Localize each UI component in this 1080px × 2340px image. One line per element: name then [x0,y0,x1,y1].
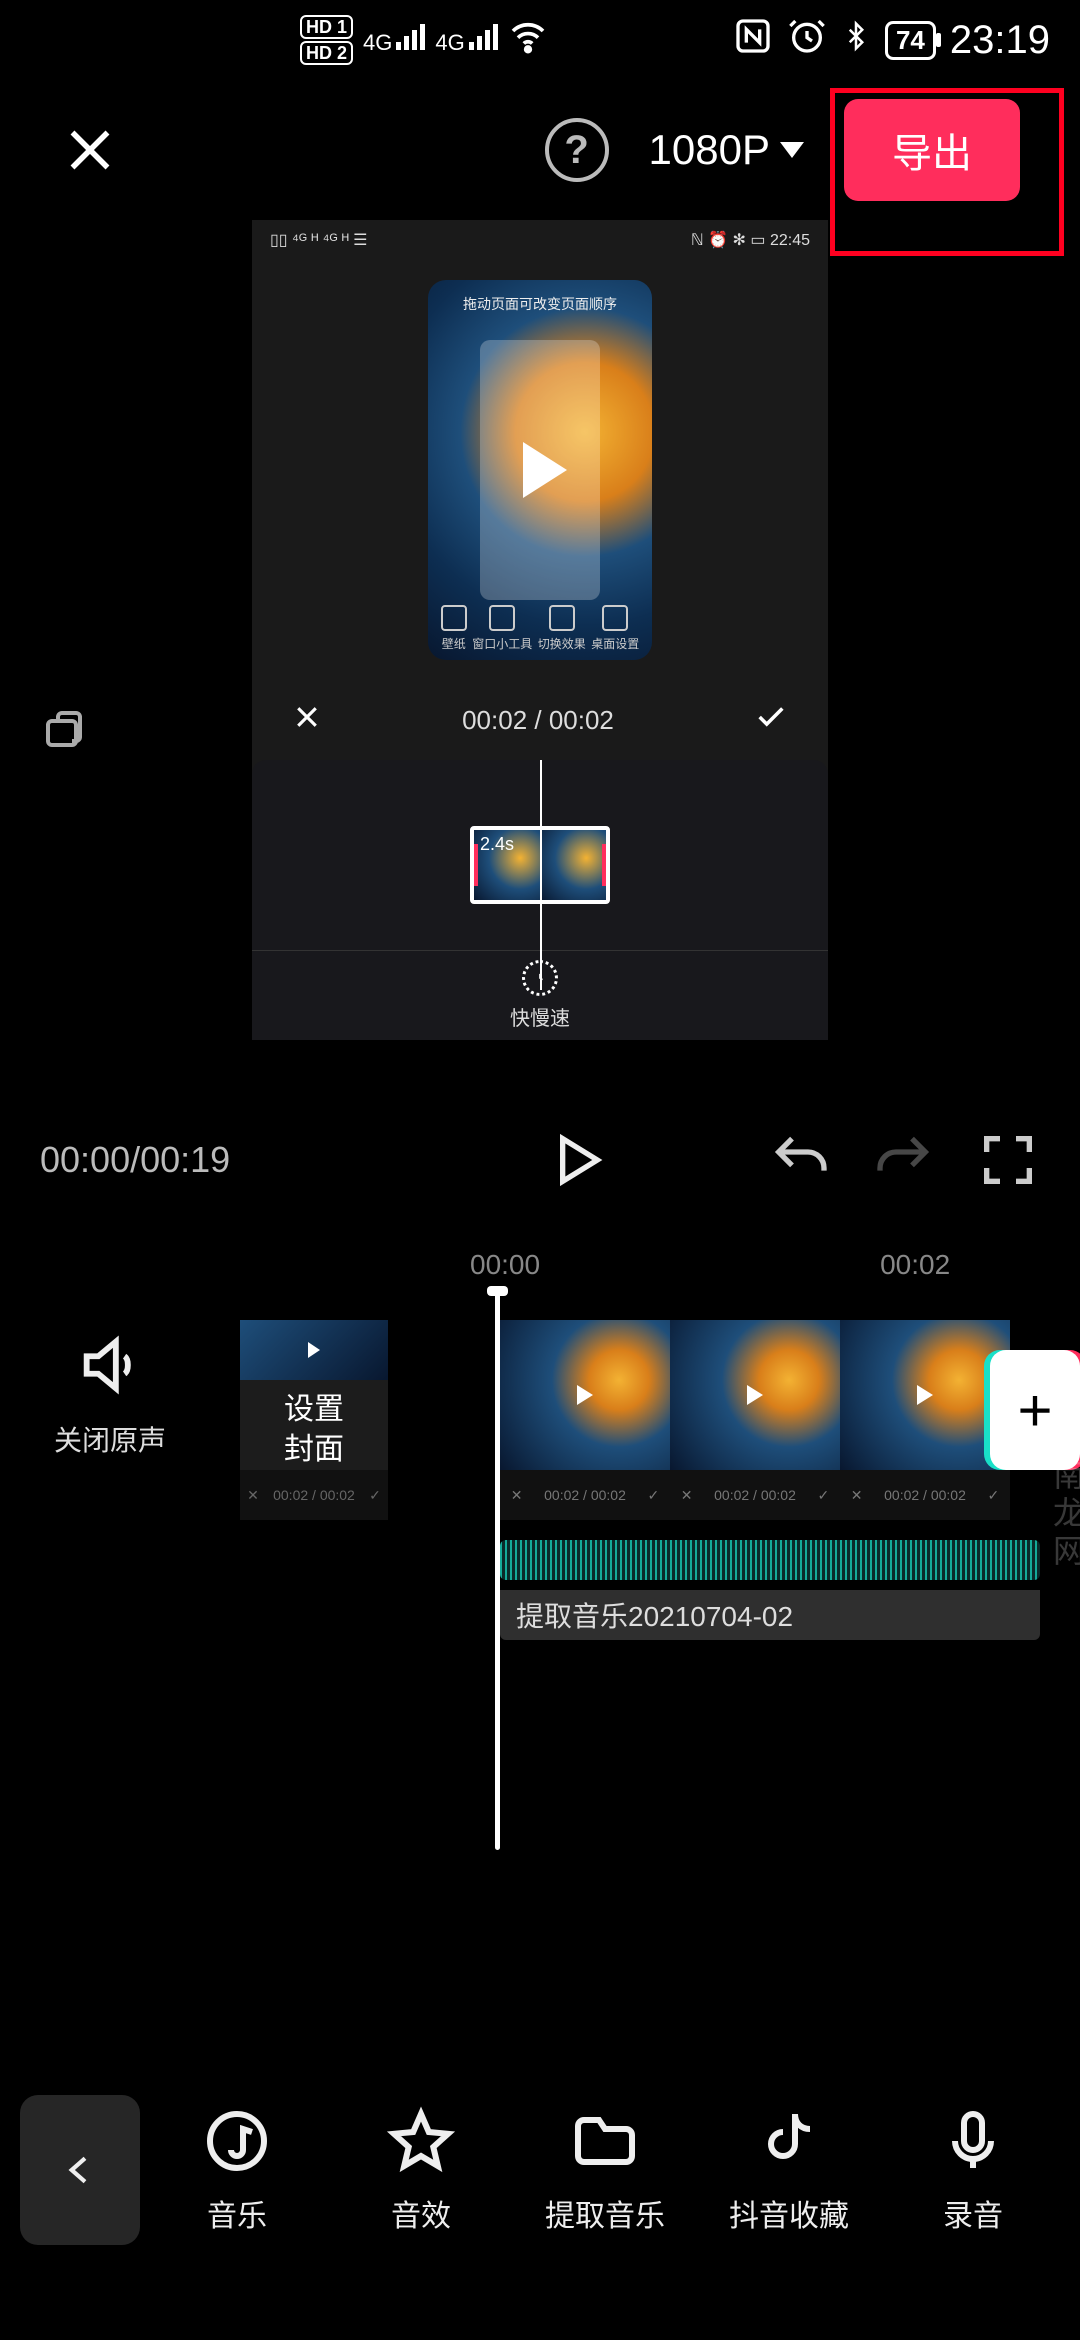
signal-2: 4G [435,24,497,56]
star-icon [385,2105,457,2177]
play-icon [523,442,567,498]
mute-icon[interactable] [75,1330,145,1405]
redo-button[interactable] [872,1128,936,1192]
tool-record[interactable]: 录音 [886,2105,1060,2235]
inner-timeline[interactable]: 2.4s 快慢速 [252,760,828,1040]
ruler-mark: 00:00 [470,1249,540,1281]
play-button[interactable] [544,1128,608,1192]
hd-badge-1: HD 1 [300,15,353,39]
playback-time: 00:00/00:19 [40,1139,230,1181]
clip-thumb[interactable]: ✕00:02 / 00:02✓ [670,1320,840,1520]
export-button[interactable]: 导出 [844,99,1020,201]
battery-indicator: 74 [885,21,936,60]
playhead[interactable] [495,1290,500,1850]
fullscreen-button[interactable] [976,1128,1040,1192]
clip-thumb[interactable]: ✕00:02 / 00:02✓ [500,1320,670,1520]
editor-top-bar: ? 1080P 导出 [0,80,1080,220]
clip-thumb[interactable]: ✕00:02 / 00:02✓ [840,1320,1010,1520]
resolution-picker[interactable]: 1080P [649,126,804,174]
clock-time: 23:19 [950,18,1050,63]
douyin-icon [753,2105,825,2177]
preview-frame[interactable]: ▯▯ ⁴ᴳ ᴴ ⁴ᴳ ᴴ ☰ ℕ ⏰ ✻ ▭ 22:45 拖动页面可改变页面顺序… [252,220,828,1040]
inner-clip-duration: 2.4s [480,834,514,855]
inner-close-icon[interactable] [292,702,322,739]
system-status-bar: HD 1 HD 2 4G 4G 74 23:19 [0,0,1080,80]
resolution-label: 1080P [649,126,770,174]
bluetooth-icon [841,16,871,65]
audio-track-label[interactable]: 提取音乐20210704-02 [500,1590,1040,1640]
mute-label: 关闭原声 [54,1419,166,1459]
wifi-icon [508,16,548,65]
help-icon[interactable]: ? [545,118,609,182]
preview-area: ▯▯ ⁴ᴳ ᴴ ⁴ᴳ ᴴ ☰ ℕ ⏰ ✻ ▭ 22:45 拖动页面可改变页面顺序… [0,220,1080,1100]
tool-label: 音乐 [207,2191,267,2235]
inner-confirm-icon[interactable] [754,700,788,741]
tool-label: 提取音乐 [545,2191,665,2235]
bottom-toolbar: 音乐 音效 提取音乐 抖音收藏 录音 [0,2070,1080,2270]
tool-sound-effect[interactable]: 音效 [334,2105,508,2235]
inner-playhead[interactable] [540,760,542,990]
chevron-down-icon [780,142,804,158]
back-button[interactable] [20,2095,140,2245]
tool-label: 录音 [943,2191,1003,2235]
inner-speed-label: 快慢速 [510,1002,570,1031]
tool-extract-music[interactable]: 提取音乐 [518,2105,692,2235]
inner-status-right: ℕ ⏰ ✻ ▭ 22:45 [691,230,810,250]
tool-douyin-favorites[interactable]: 抖音收藏 [702,2105,876,2235]
preview-phone-mock: 拖动页面可改变页面顺序 壁纸 窗口小工具 切换效果 桌面设置 [428,280,652,660]
cover-label: 设置 封面 [284,1380,344,1470]
tool-label: 音效 [391,2191,451,2235]
microphone-icon [937,2105,1009,2177]
ruler-mark: 00:02 [880,1249,950,1281]
hd-badge-2: HD 2 [300,41,353,65]
music-note-icon [201,2105,273,2177]
inner-time-text: 00:02 / 00:02 [462,705,614,736]
timeline-area[interactable]: 00:00 00:02 关闭原声 设置 封面 ✕00:02 / 00:02✓ ✕… [0,1220,1080,1870]
inner-status-icons: ▯▯ ⁴ᴳ ᴴ ⁴ᴳ ᴴ ☰ [270,230,368,250]
set-cover-tile[interactable]: 设置 封面 ✕00:02 / 00:02✓ [240,1320,388,1520]
close-icon[interactable] [60,120,120,180]
pip-icon[interactable] [40,707,88,760]
tool-label: 抖音收藏 [729,2191,849,2235]
folder-icon [569,2105,641,2177]
preview-phone-hint: 拖动页面可改变页面顺序 [428,294,652,314]
signal-1: 4G [363,24,425,56]
audio-track-wave[interactable] [500,1540,1040,1580]
undo-button[interactable] [768,1128,832,1192]
nfc-icon [733,16,773,65]
playback-control-bar: 00:00/00:19 [0,1100,1080,1220]
timeline-ruler: 00:00 00:02 [0,1240,1080,1290]
watermark-text: 河南龙网 [1044,1420,1080,1572]
alarm-icon [787,16,827,65]
tool-music[interactable]: 音乐 [150,2105,324,2235]
